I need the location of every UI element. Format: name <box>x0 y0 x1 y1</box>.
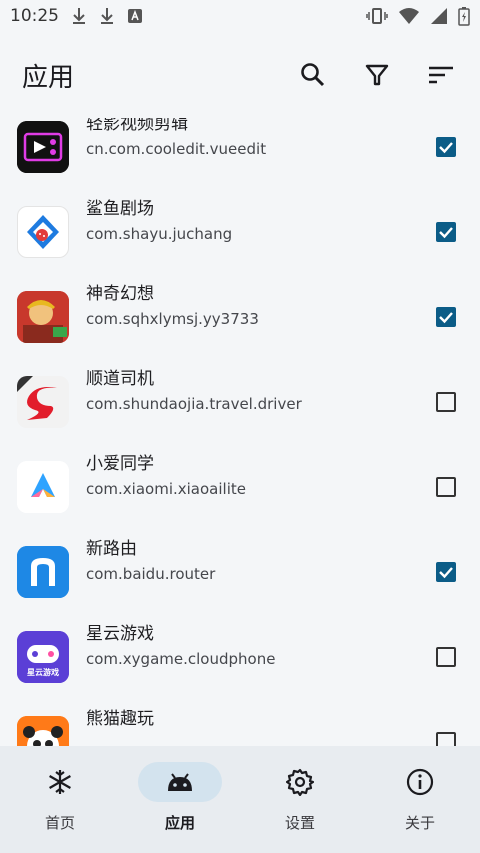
list-item[interactable]: 新路由 com.baidu.router <box>0 529 480 614</box>
app-checkbox[interactable] <box>436 222 456 242</box>
status-bar: 10:25 <box>0 0 480 32</box>
download-icon <box>101 8 113 24</box>
vibrate-icon <box>366 8 388 24</box>
sort-button[interactable] <box>424 58 458 92</box>
page-title: 应用 <box>22 62 75 93</box>
panda-app-icon <box>17 716 69 746</box>
list-item[interactable]: 熊猫趣玩 <box>0 699 480 746</box>
wifi-icon <box>399 8 419 24</box>
shundao-driver-app-icon <box>17 376 69 428</box>
check-icon <box>439 567 453 579</box>
fantasy-game-app-icon <box>17 291 69 343</box>
nav-item-about[interactable]: 关于 <box>360 746 480 853</box>
nav-label: 首页 <box>44 814 75 832</box>
nav-item-home[interactable]: 首页 <box>0 746 120 853</box>
check-icon <box>439 227 453 239</box>
snowflake-icon <box>49 770 71 794</box>
search-icon <box>301 63 325 87</box>
app-list: 轻影视频剪辑 cn.com.cooledit.vueedit 鲨鱼剧场 com.… <box>0 118 480 746</box>
app-package: com.shayu.juchang <box>86 225 233 243</box>
shark-theater-app-icon <box>17 206 69 258</box>
nav-item-apps[interactable]: 应用 <box>120 746 240 853</box>
app-package: com.xygame.cloudphone <box>86 650 276 668</box>
status-time: 10:25 <box>10 6 59 26</box>
list-item[interactable]: 顺道司机 com.shundaojia.travel.driver <box>0 359 480 444</box>
battery-icon <box>458 7 470 26</box>
app-icon-label: 星云游戏 <box>27 668 59 677</box>
sort-icon <box>429 66 453 84</box>
app-package: com.shundaojia.travel.driver <box>86 395 302 413</box>
app-checkbox[interactable] <box>436 562 456 582</box>
list-item[interactable]: 神奇幻想 com.sqhxlymsj.yy3733 <box>0 274 480 359</box>
app-name: 轻影视频剪辑 <box>86 118 188 134</box>
app-checkbox[interactable] <box>436 392 456 412</box>
app-package: com.sqhxlymsj.yy3733 <box>86 310 259 328</box>
check-icon <box>439 142 453 154</box>
nav-label: 关于 <box>404 814 435 832</box>
app-checkbox[interactable] <box>436 647 456 667</box>
list-item[interactable]: 星云游戏 星云游戏 com.xygame.cloudphone <box>0 614 480 699</box>
app-package: com.baidu.router <box>86 565 216 583</box>
bottom-navigation: 首页 应用 设置 关于 <box>0 746 480 853</box>
nav-label: 设置 <box>284 814 315 832</box>
filter-button[interactable] <box>360 58 394 92</box>
app-name: 神奇幻想 <box>86 284 154 304</box>
router-app-icon <box>17 546 69 598</box>
app-name: 星云游戏 <box>86 624 154 644</box>
app-name: 鲨鱼剧场 <box>86 199 154 219</box>
app-checkbox[interactable] <box>436 732 456 746</box>
keyboard-notification-icon <box>128 9 142 23</box>
app-name: 小爱同学 <box>86 454 154 474</box>
signal-icon <box>431 8 447 24</box>
app-checkbox[interactable] <box>436 477 456 497</box>
app-checkbox[interactable] <box>436 307 456 327</box>
app-name: 顺道司机 <box>86 369 154 389</box>
download-icon <box>73 8 85 24</box>
list-item[interactable]: 鲨鱼剧场 com.shayu.juchang <box>0 189 480 274</box>
xiaoai-app-icon <box>17 461 69 513</box>
filter-icon <box>365 64 389 86</box>
star-cloud-game-app-icon: 星云游戏 <box>17 631 69 683</box>
app-bar: 应用 <box>0 32 480 118</box>
check-icon <box>439 312 453 324</box>
app-checkbox[interactable] <box>436 137 456 157</box>
list-item[interactable]: 小爱同学 com.xiaomi.xiaoailite <box>0 444 480 529</box>
video-editor-app-icon <box>17 121 69 173</box>
app-name: 新路由 <box>86 539 137 559</box>
list-item[interactable]: 轻影视频剪辑 cn.com.cooledit.vueedit <box>0 118 480 189</box>
search-button[interactable] <box>296 58 330 92</box>
app-package: com.xiaomi.xiaoailite <box>86 480 246 498</box>
nav-label: 应用 <box>164 814 195 832</box>
android-icon <box>168 773 192 791</box>
nav-item-settings[interactable]: 设置 <box>240 746 360 853</box>
info-icon <box>406 768 434 796</box>
app-name: 熊猫趣玩 <box>86 709 154 729</box>
app-package: cn.com.cooledit.vueedit <box>86 140 267 158</box>
gear-icon <box>286 768 314 796</box>
